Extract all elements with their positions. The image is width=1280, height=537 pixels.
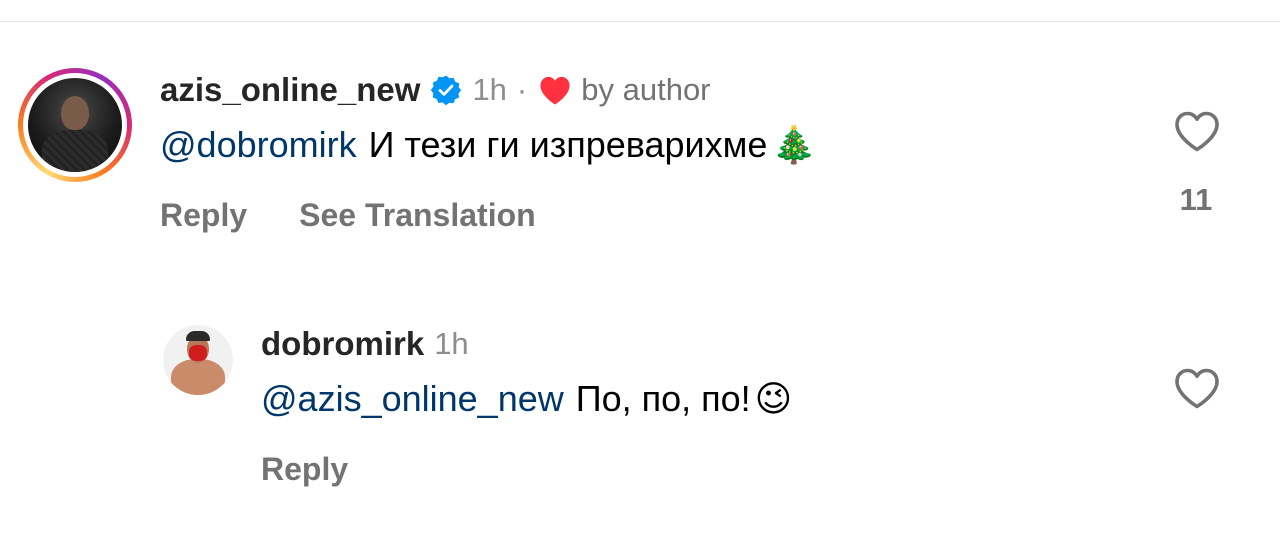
- avatar-body: [171, 359, 225, 395]
- comment-time: 1h: [472, 72, 507, 107]
- heart-outline-icon[interactable]: [1172, 366, 1222, 410]
- separator-dot: ·: [516, 72, 528, 107]
- reply-button[interactable]: Reply: [160, 197, 247, 234]
- christmas-tree-icon: 🎄: [771, 124, 817, 165]
- comment-actions: Reply See Translation: [160, 197, 536, 234]
- comment-body: По, по, по!: [575, 378, 751, 419]
- comments-section: azis_online_new 1h · by author @dobromir…: [0, 0, 1280, 537]
- comment-header: dobromirk 1h: [261, 324, 469, 364]
- avatar[interactable]: [163, 325, 233, 395]
- verified-badge-icon: [431, 75, 462, 106]
- mention-link[interactable]: @dobromirk: [160, 124, 357, 166]
- username[interactable]: dobromirk: [261, 325, 424, 363]
- winking-face-icon: 😉: [754, 378, 793, 419]
- avatar-mask: [189, 345, 207, 361]
- story-ring-avatar[interactable]: [18, 68, 132, 182]
- avatar-head: [61, 96, 89, 130]
- see-translation-button[interactable]: See Translation: [299, 197, 536, 234]
- comment-text: @dobromirk И тези ги изпреварихме 🎄: [160, 124, 816, 166]
- mention-link[interactable]: @azis_online_new: [261, 378, 564, 420]
- avatar: [28, 78, 122, 172]
- comment-header: azis_online_new 1h · by author: [160, 70, 711, 110]
- username[interactable]: azis_online_new: [160, 71, 420, 109]
- heart-outline-icon[interactable]: [1172, 109, 1222, 153]
- like-count: 11: [1179, 182, 1213, 217]
- comment-actions: Reply: [261, 451, 348, 488]
- comment-text: @azis_online_new По, по, по! 😉: [261, 378, 792, 420]
- divider: [0, 21, 1280, 22]
- heart-filled-icon: [540, 76, 570, 105]
- reply-button[interactable]: Reply: [261, 451, 348, 488]
- avatar-ring-inner: [23, 73, 127, 177]
- avatar-body: [42, 130, 108, 172]
- avatar-cap: [186, 331, 210, 341]
- liked-by-author-label: by author: [581, 72, 711, 107]
- comment-time: 1h: [434, 326, 469, 361]
- comment-body: И тези ги изпреварихме: [368, 124, 768, 165]
